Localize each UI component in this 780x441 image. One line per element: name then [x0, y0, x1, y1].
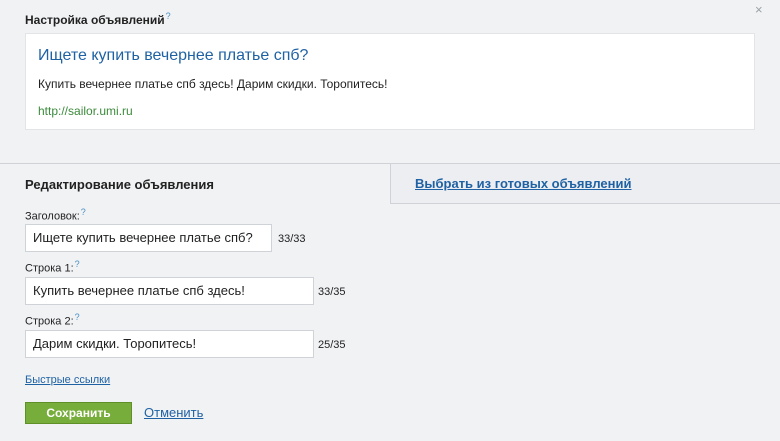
title-char-counter: 33/33: [278, 233, 306, 245]
ad-preview: Ищете купить вечернее платье спб? Купить…: [25, 33, 755, 130]
title-field-label-text: Заголовок:: [25, 210, 80, 223]
ad-preview-url: http://sailor.umi.ru: [38, 104, 133, 118]
line2-field-label: Строка 2:?: [25, 312, 80, 328]
tab-choose-ready-ads-link[interactable]: Выбрать из готовых объявлений: [415, 176, 632, 191]
cancel-link[interactable]: Отменить: [144, 405, 203, 420]
line2-char-counter: 25/35: [318, 339, 346, 351]
tab-edit-ad[interactable]: Редактирование объявления: [0, 164, 390, 204]
help-icon[interactable]: ?: [81, 207, 86, 217]
help-icon[interactable]: ?: [166, 11, 171, 21]
ad-preview-title: Ищете купить вечернее платье спб?: [38, 47, 309, 64]
ad-settings-panel: Настройка объявлений? × Ищете купить веч…: [0, 0, 780, 163]
line1-field-label-text: Строка 1:: [25, 262, 74, 275]
line1-char-counter: 33/35: [318, 286, 346, 298]
close-icon[interactable]: ×: [755, 3, 763, 17]
tab-choose-ready-ads[interactable]: Выбрать из готовых объявлений: [390, 164, 780, 204]
quick-links-link[interactable]: Быстрые ссылки: [25, 374, 110, 386]
title-field-label: Заголовок:?: [25, 207, 86, 223]
line1-field-input[interactable]: Купить вечернее платье спб здесь!: [25, 277, 314, 305]
line2-field-input[interactable]: Дарим скидки. Торопитесь!: [25, 330, 314, 358]
line1-field-label: Строка 1:?: [25, 259, 80, 275]
line2-field-label-text: Строка 2:: [25, 315, 74, 328]
panel-title: Настройка объявлений?: [25, 11, 171, 27]
help-icon[interactable]: ?: [75, 259, 80, 269]
ad-preview-text: Купить вечернее платье спб здесь! Дарим …: [38, 77, 388, 91]
tab-edit-ad-label: Редактирование объявления: [25, 177, 214, 192]
title-field-input[interactable]: Ищете купить вечернее платье спб?: [25, 224, 272, 252]
panel-title-text: Настройка объявлений: [25, 13, 165, 27]
save-button[interactable]: Сохранить: [25, 402, 132, 424]
help-icon[interactable]: ?: [75, 312, 80, 322]
